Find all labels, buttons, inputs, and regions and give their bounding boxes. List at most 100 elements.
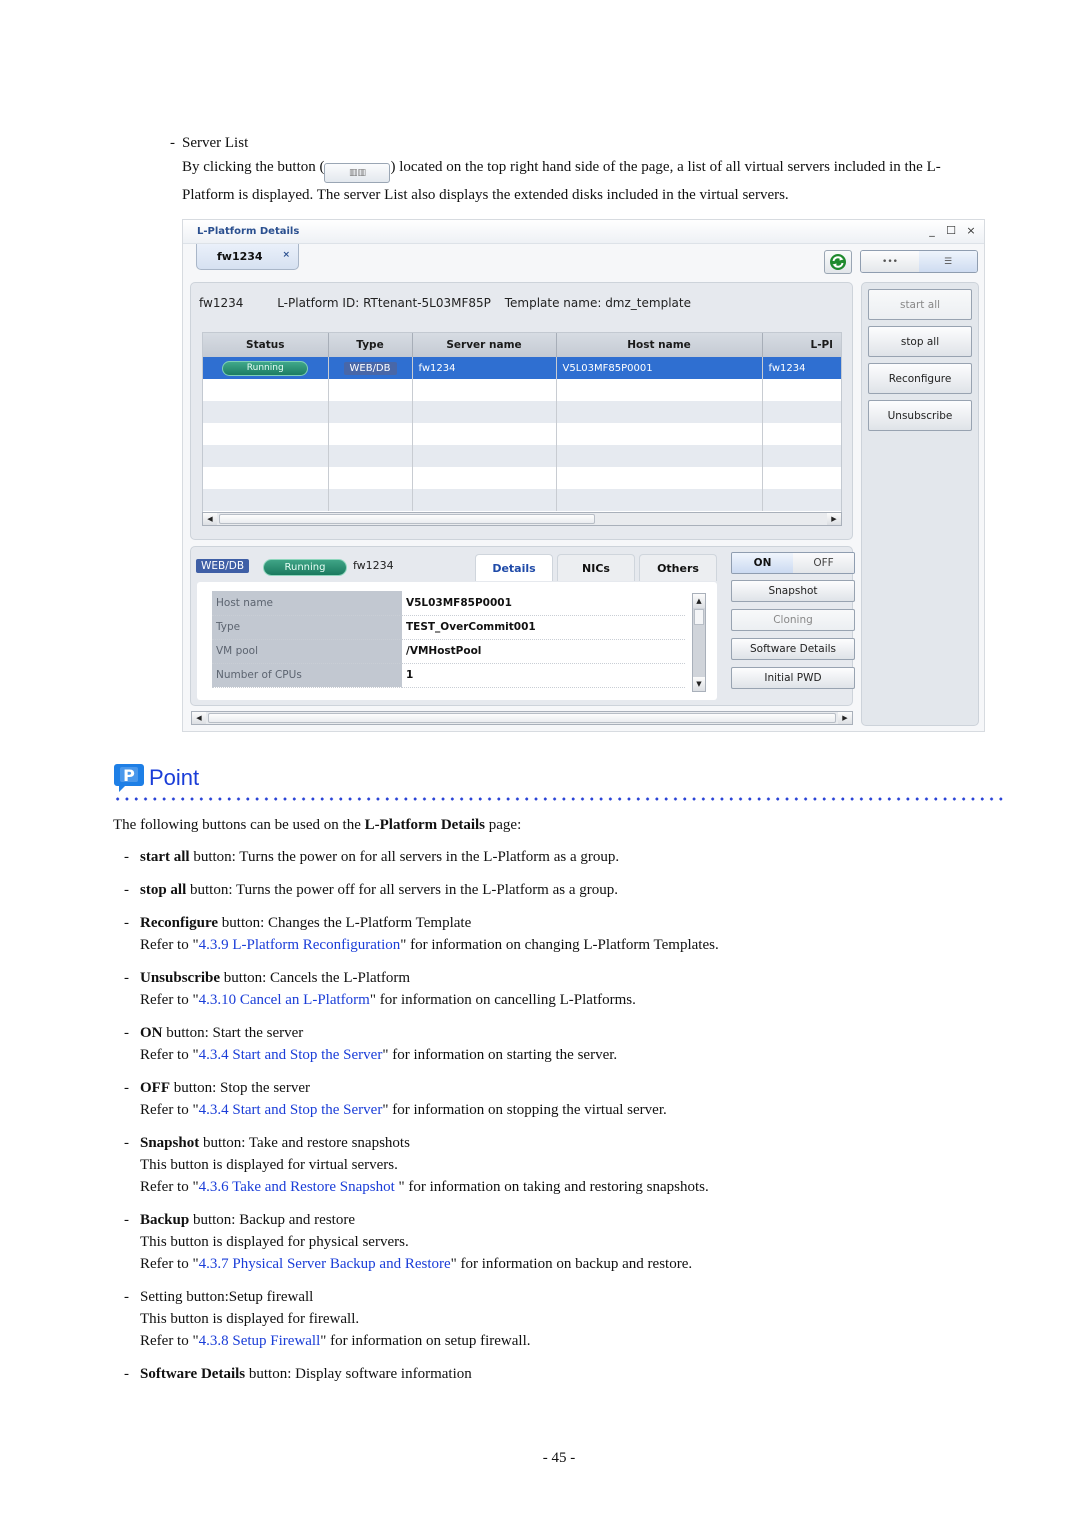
reconfigure-button[interactable]: Reconfigure — [868, 363, 972, 394]
list-item: - Unsubscribe button: Cancels the L-Platf… — [113, 967, 1013, 1011]
grid-header-row: Status Type Server name Host name L-Pl — [203, 333, 841, 357]
scroll-left-icon[interactable]: ◀ — [192, 712, 206, 724]
refresh-button[interactable] — [824, 250, 852, 274]
column-header-server-name[interactable]: Server name — [412, 333, 557, 357]
table-row-empty — [203, 423, 841, 445]
initial-pwd-button[interactable]: Initial PWD — [731, 667, 855, 689]
text: This button is displayed for virtual ser… — [140, 1157, 398, 1173]
description: button: Turns the power off for all serv… — [186, 882, 618, 898]
list-item-subline: Refer to "4.3.10 Cancel an L-Platform" f… — [113, 989, 1013, 1011]
minimize-icon[interactable]: _ — [924, 224, 940, 237]
list-item: - start all button: Turns the power on fo… — [113, 846, 1013, 868]
close-icon[interactable]: × — [963, 224, 979, 237]
tab-fw1234[interactable]: fw1234 × — [196, 244, 299, 270]
window-title-bar: L-Platform Details _ ☐ × — [183, 220, 984, 244]
details-vertical-scrollbar[interactable]: ▲ ▼ — [692, 593, 706, 692]
description: button: Turns the power on for all serve… — [189, 849, 620, 865]
reference-link[interactable]: 4.3.4 Start and Stop the Server — [199, 1102, 383, 1118]
reference-link[interactable]: 4.3.10 Cancel an L-Platform — [199, 992, 370, 1008]
list-item-subline: This button is displayed for virtual ser… — [113, 1154, 1013, 1176]
bullet-dash: - — [124, 1080, 129, 1096]
text: " for information on stopping the virtua… — [382, 1102, 667, 1118]
template-name: Template name: dmz_template — [504, 296, 691, 310]
scroll-down-icon[interactable]: ▼ — [693, 677, 705, 691]
text: " for information on cancelling L-Platfo… — [369, 992, 636, 1008]
scroll-right-icon[interactable]: ▶ — [838, 712, 852, 724]
list-item: - Reconfigure button: Changes the L-Platf… — [113, 912, 1013, 956]
column-header-host-name[interactable]: Host name — [556, 333, 763, 357]
text: " for information on setup firewall. — [320, 1333, 531, 1349]
list-item-line: - Software Details button: Display softwa… — [113, 1363, 1013, 1385]
on-button[interactable]: ON — [732, 553, 793, 573]
scrollbar-thumb[interactable] — [219, 514, 595, 524]
bullet-dash: - — [124, 1135, 129, 1151]
list-view-icon: ▥▥ — [348, 168, 366, 178]
description: button: Stop the server — [170, 1080, 310, 1096]
lplatform-id: L-Platform ID: RTtenant-5L03MF85P — [277, 296, 491, 310]
button-name: start all — [140, 849, 190, 865]
start-all-button[interactable]: start all — [868, 289, 972, 320]
cloning-button[interactable]: Cloning — [731, 609, 855, 631]
list-view-button[interactable]: ☰ — [919, 251, 977, 272]
button-name: stop all — [140, 882, 187, 898]
maximize-icon[interactable]: ☐ — [943, 224, 959, 237]
stop-all-button[interactable]: stop all — [868, 326, 972, 357]
column-header-status[interactable]: Status — [203, 333, 329, 357]
reference-link[interactable]: 4.3.8 Setup Firewall — [199, 1333, 321, 1349]
text: Refer to " — [140, 937, 199, 953]
list-item-text: Setting button:Setup firewall — [140, 1286, 313, 1308]
scroll-left-icon[interactable]: ◀ — [203, 513, 217, 525]
text: Refer to " — [140, 1102, 199, 1118]
scrollbar-thumb[interactable] — [694, 609, 704, 625]
reference-link[interactable]: 4.3.4 Start and Stop the Server — [199, 1047, 383, 1063]
tab-details[interactable]: Details — [475, 554, 553, 581]
description: button: Backup and restore — [189, 1212, 355, 1228]
scroll-up-icon[interactable]: ▲ — [693, 594, 705, 608]
detail-row: Type TEST_OverCommit001 — [212, 615, 685, 640]
scroll-right-icon[interactable]: ▶ — [827, 513, 841, 525]
reference-link[interactable]: 4.3.7 Physical Server Backup and Restore — [199, 1256, 451, 1272]
reference-link[interactable]: 4.3.9 L-Platform Reconfiguration — [199, 937, 401, 953]
list-item-line: - Reconfigure button: Changes the L-Platf… — [113, 912, 1013, 934]
lplatform-details-window: L-Platform Details _ ☐ × fw1234 × ••• ☰ … — [182, 219, 985, 732]
reference-link[interactable]: 4.3.6 Take and Restore Snapshot — [199, 1179, 399, 1195]
description: button: Start the server — [162, 1025, 304, 1041]
text: " for information on taking and restorin… — [398, 1179, 709, 1195]
cell-server-name: fw1234 — [412, 357, 557, 379]
list-item-line: - Snapshot button: Take and restore snaps… — [113, 1132, 1013, 1154]
bullet-dash: - — [124, 1366, 129, 1382]
button-name: Unsubscribe — [140, 970, 221, 986]
text: Refer to " — [140, 1047, 199, 1063]
point-body: The following buttons can be used on the… — [113, 814, 1013, 1385]
software-details-button[interactable]: Software Details — [731, 638, 855, 660]
bullet-dash: - — [124, 1289, 129, 1305]
tab-nics[interactable]: NICs — [557, 554, 635, 581]
off-button[interactable]: OFF — [793, 553, 854, 573]
list-item-line: - start all button: Turns the power on fo… — [113, 846, 1013, 868]
list-item-text: start all button: Turns the power on for… — [140, 846, 619, 868]
list-item-line: - OFF button: Stop the server — [113, 1077, 1013, 1099]
scrollbar-thumb[interactable] — [208, 713, 836, 723]
column-header-type[interactable]: Type — [328, 333, 413, 357]
list-view-button-image: ▥▥ — [324, 163, 391, 183]
point-p-icon: P — [113, 762, 145, 794]
cell-lplatform: fw1234 — [762, 357, 841, 379]
list-item: - Snapshot button: Take and restore snaps… — [113, 1132, 1013, 1198]
tab-others[interactable]: Others — [639, 554, 717, 581]
tab-close-icon[interactable]: × — [282, 250, 290, 260]
description: button: Take and restore snapshots — [199, 1135, 410, 1151]
status-badge: Running — [222, 360, 309, 376]
list-item-text: Software Details button: Display softwar… — [140, 1363, 472, 1385]
detail-view-button[interactable]: ••• — [861, 251, 919, 272]
list-item-subline: Refer to "4.3.7 Physical Server Backup a… — [113, 1253, 1013, 1275]
table-row[interactable]: Running WEB/DB fw1234 V5L03MF85P0001 fw1… — [203, 357, 841, 379]
grid-horizontal-scrollbar[interactable]: ◀ ▶ — [202, 512, 842, 526]
list-item-line: - Unsubscribe button: Cancels the L-Platf… — [113, 967, 1013, 989]
text: " for information on changing L-Platform… — [400, 937, 719, 953]
window-horizontal-scrollbar[interactable]: ◀ ▶ — [191, 711, 853, 725]
snapshot-button[interactable]: Snapshot — [731, 580, 855, 602]
list-item-text: Backup button: Backup and restore — [140, 1209, 355, 1231]
unsubscribe-button[interactable]: Unsubscribe — [868, 400, 972, 431]
list-item: - ON button: Start the server Refer to "4.… — [113, 1022, 1013, 1066]
column-header-lplatform[interactable]: L-Pl — [762, 333, 841, 357]
